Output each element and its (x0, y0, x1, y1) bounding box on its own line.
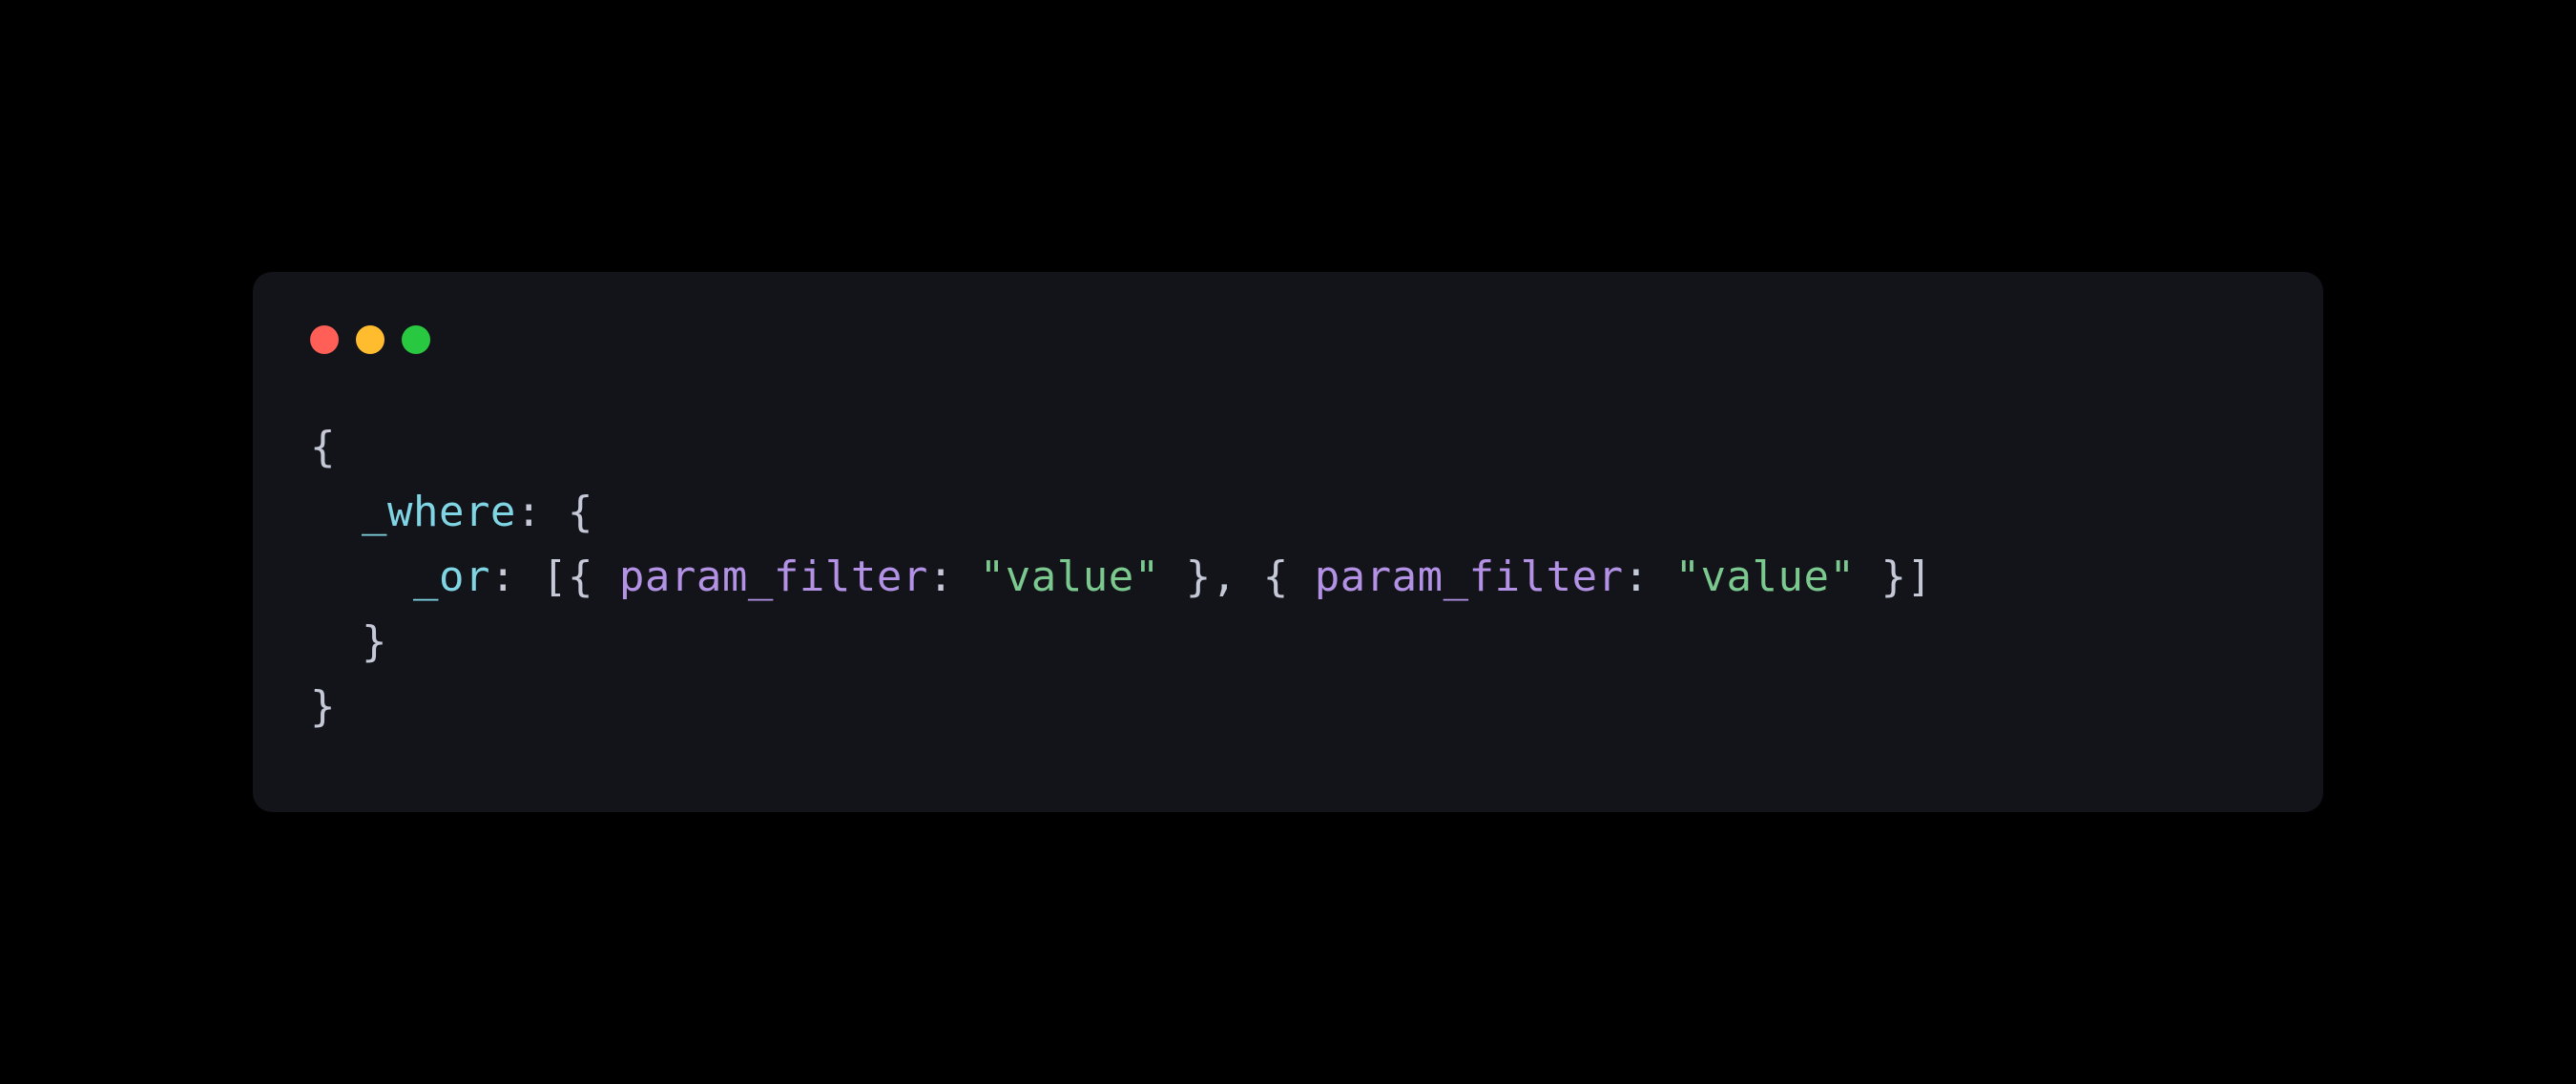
colon: : (928, 552, 980, 601)
colon: : (490, 552, 542, 601)
bracket-open: [ (542, 552, 568, 601)
colon: : (516, 488, 568, 536)
brace-close: } (362, 617, 387, 666)
brace-open: { (568, 552, 619, 601)
minimize-icon[interactable] (356, 325, 384, 354)
brace-open: { (568, 488, 593, 536)
code-block[interactable]: { _where: { _or: [{ param_filter: "value… (310, 415, 2266, 740)
brace-close: } (1856, 552, 1907, 601)
comma: , (1212, 552, 1263, 601)
colon: : (1624, 552, 1675, 601)
indent (310, 488, 362, 536)
brace-open: { (310, 423, 336, 471)
brace-open: { (1263, 552, 1315, 601)
code-window: { _where: { _or: [{ param_filter: "value… (253, 272, 2323, 813)
brace-close: } (310, 682, 336, 731)
code-key: _or (413, 552, 490, 601)
window-controls (310, 325, 2266, 354)
maximize-icon[interactable] (402, 325, 430, 354)
code-string: "value" (1675, 552, 1856, 601)
indent (310, 617, 362, 666)
code-string: "value" (980, 552, 1160, 601)
code-property: param_filter (619, 552, 928, 601)
bracket-close: ] (1906, 552, 1932, 601)
brace-close: } (1160, 552, 1212, 601)
indent (310, 552, 413, 601)
close-icon[interactable] (310, 325, 339, 354)
code-property: param_filter (1315, 552, 1624, 601)
code-key: _where (362, 488, 516, 536)
